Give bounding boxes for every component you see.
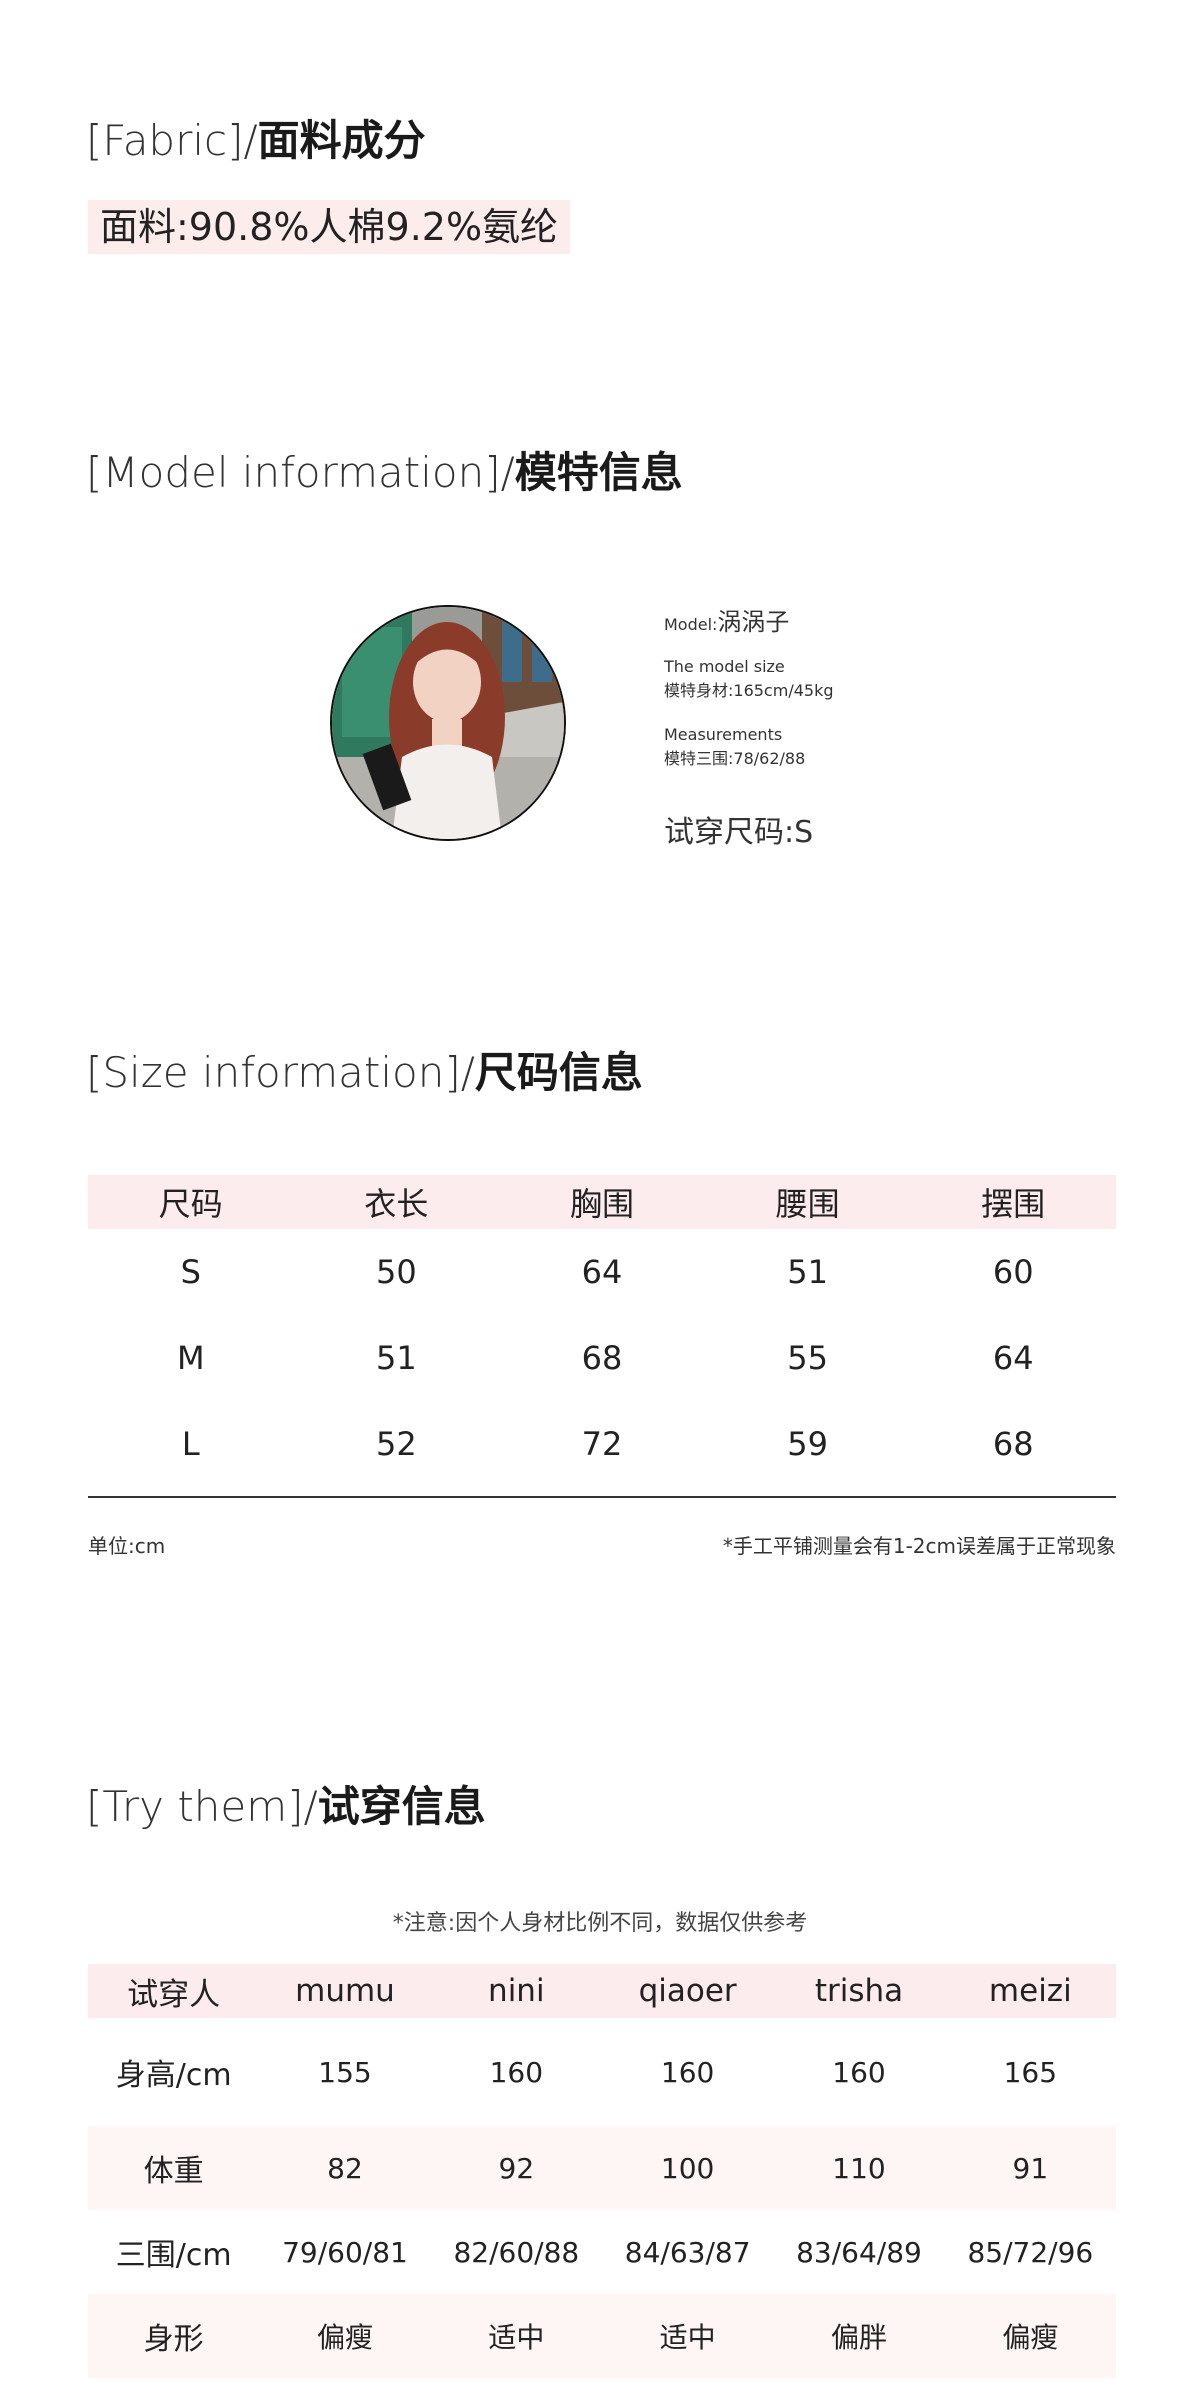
size-cell: 72: [581, 1425, 623, 1463]
model-name-label: Model:: [664, 615, 718, 634]
size-table-row: S 50 64 51 60: [88, 1229, 1116, 1315]
size-table-header: 尺码 衣长 胸围 腰围 摆围: [88, 1175, 1116, 1229]
try-title-zh: 试穿信息: [317, 1782, 486, 1831]
size-header-cell: 衣长: [364, 1185, 429, 1223]
size-cell: 55: [787, 1339, 828, 1377]
try-table-row: 三围/cm 79/60/81 82/60/88 84/63/87 83/64/8…: [88, 2210, 1116, 2294]
try-cell: 85/72/96: [967, 2235, 1094, 2269]
try-row-label: 三围/cm: [115, 2238, 232, 2273]
size-section-title: [Size information]/尺码信息: [86, 1052, 643, 1094]
model-size-label: The model size: [664, 657, 785, 676]
size-header-cell: 腰围: [775, 1185, 840, 1223]
try-section-title: [Try them]/试穿信息: [86, 1786, 486, 1828]
size-cell: S: [180, 1253, 201, 1291]
size-table: 尺码 衣长 胸围 腰围 摆围 S 50 64 51 60 M 51 68 55 …: [88, 1175, 1116, 1487]
fabric-section-title: [Fabric]/面料成分: [86, 120, 426, 162]
size-unit-note: 单位:cm: [88, 1534, 166, 1558]
try-cell: 适中: [659, 2321, 716, 2354]
model-section-title: [Model information]/模特信息: [86, 452, 683, 494]
try-table-header: 试穿人 mumu nini qiaoer trisha meizi: [88, 1964, 1116, 2018]
try-cell: 160: [832, 2055, 886, 2089]
try-row-label: 身形: [143, 2322, 204, 2357]
fabric-composition: 面料:90.8%人棉9.2%氨纶: [88, 200, 571, 254]
try-cell: 83/64/89: [796, 2235, 922, 2269]
try-cell: 适中: [488, 2321, 545, 2354]
model-photo-illustration: [332, 607, 564, 839]
try-table-row: 身形 偏瘦 适中 适中 偏胖 偏瘦: [88, 2294, 1116, 2378]
size-cell: M: [176, 1339, 205, 1377]
try-cell: 155: [318, 2055, 372, 2089]
model-title-zh: 模特信息: [514, 448, 683, 497]
size-header-cell: 尺码: [158, 1185, 223, 1223]
try-cell: 110: [832, 2151, 886, 2185]
model-measure-label: Measurements: [664, 725, 783, 744]
try-cell: 82: [327, 2151, 363, 2185]
try-header-cell: nini: [488, 1973, 545, 2009]
try-row-label: 体重: [143, 2154, 204, 2189]
size-cell: 51: [787, 1253, 828, 1291]
size-error-note: *手工平铺测量会有1-2cm误差属于正常现象: [722, 1534, 1116, 1558]
size-title-en: [Size information]/: [86, 1048, 475, 1097]
size-cell: 68: [581, 1339, 623, 1377]
try-cell: 92: [498, 2151, 535, 2185]
try-cell: 165: [1003, 2055, 1058, 2089]
model-name: 涡涡子: [717, 608, 790, 636]
model-size-value: 模特身材:165cm/45kg: [664, 681, 834, 700]
model-title-en: [Model information]/: [86, 448, 515, 497]
fabric-title-en: [Fabric]/: [86, 116, 258, 165]
size-cell: 60: [992, 1253, 1034, 1291]
try-row-label: 身高/cm: [115, 2058, 232, 2093]
try-header-cell: mumu: [295, 1973, 395, 2009]
size-cell: 68: [992, 1425, 1034, 1463]
size-cell: 51: [376, 1339, 417, 1377]
model-name-line: Model:涡涡子: [664, 610, 834, 637]
try-note: *注意:因个人身材比例不同，数据仅供参考: [392, 1911, 808, 1936]
try-cell: 100: [660, 2151, 715, 2185]
size-cell: 64: [581, 1253, 623, 1291]
try-cell: 160: [489, 2055, 544, 2089]
try-cell: 偏瘦: [316, 2321, 373, 2354]
model-fit-size: 试穿尺码:S: [664, 815, 814, 850]
model-photo: [330, 605, 566, 841]
try-header-cell: meizi: [988, 1973, 1072, 2009]
try-table-row: 体重 82 92 100 110 91: [88, 2126, 1116, 2210]
size-cell: 50: [376, 1253, 417, 1291]
try-header-cell: qiaoer: [638, 1973, 737, 2009]
size-cell: 64: [992, 1339, 1034, 1377]
try-cell: 160: [660, 2055, 715, 2089]
size-table-row: L 52 72 59 68: [88, 1401, 1116, 1487]
fabric-title-zh: 面料成分: [257, 116, 426, 165]
try-table-row: 身高/cm 155 160 160 160 165: [88, 2018, 1116, 2126]
try-table: 试穿人 mumu nini qiaoer trisha meizi 身高/cm …: [88, 1964, 1116, 2378]
size-header-cell: 胸围: [569, 1185, 634, 1223]
try-cell: 偏胖: [830, 2321, 887, 2354]
model-info: Model:涡涡子 The model size 模特身材:165cm/45kg…: [664, 610, 834, 851]
size-cell: 52: [376, 1425, 417, 1463]
try-title-en: [Try them]/: [86, 1782, 318, 1831]
size-title-zh: 尺码信息: [474, 1048, 643, 1097]
try-cell: 79/60/81: [282, 2235, 408, 2269]
try-cell: 91: [1012, 2151, 1049, 2185]
model-measure-value: 模特三围:78/62/88: [664, 749, 806, 768]
try-header-cell: trisha: [814, 1973, 904, 2009]
size-table-row: M 51 68 55 64: [88, 1315, 1116, 1401]
try-cell: 84/63/87: [624, 2235, 751, 2269]
size-cell: L: [181, 1425, 200, 1463]
size-header-cell: 摆围: [981, 1185, 1046, 1223]
size-table-divider: [88, 1496, 1116, 1498]
size-cell: 59: [787, 1425, 828, 1463]
try-cell: 偏瘦: [1002, 2321, 1059, 2354]
try-header-cell: 试穿人: [127, 1976, 221, 2013]
try-cell: 82/60/88: [453, 2235, 580, 2269]
